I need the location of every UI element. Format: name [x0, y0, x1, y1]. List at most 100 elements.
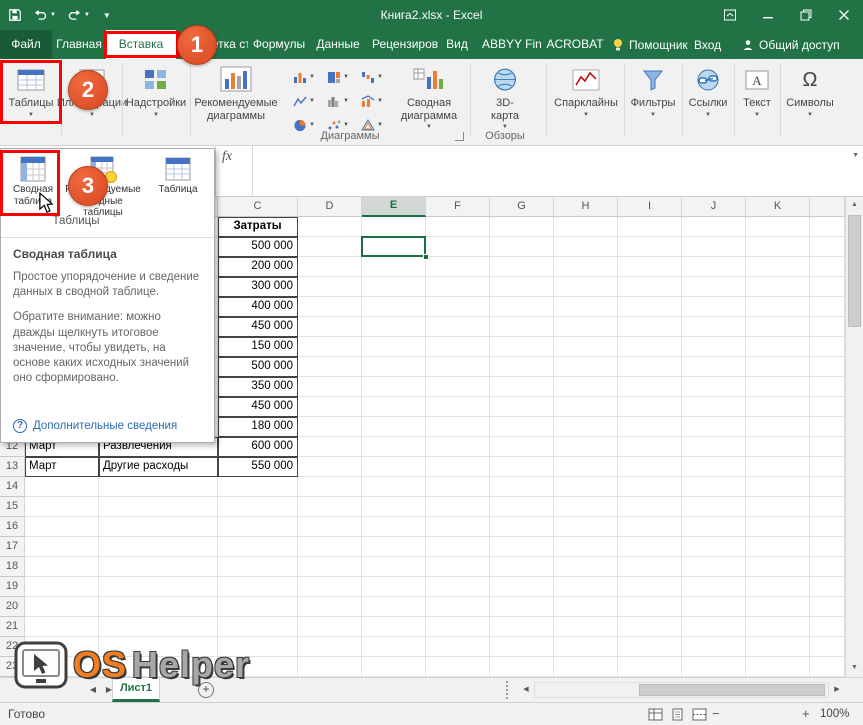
tell-me-button[interactable]: Помощник	[612, 30, 688, 59]
text-group-button[interactable]: A Текст ▼	[736, 62, 778, 142]
cell-I23[interactable]	[618, 657, 682, 677]
column-header-I[interactable]: I	[618, 197, 682, 217]
column-header-K[interactable]: K	[746, 197, 810, 217]
fill-handle[interactable]	[423, 254, 429, 260]
cell-C16[interactable]	[218, 517, 298, 537]
normal-view-button[interactable]	[646, 707, 664, 722]
cell-J10[interactable]	[682, 397, 746, 417]
tables-group-button[interactable]: Таблицы ▼	[2, 62, 60, 142]
cell-G1[interactable]	[490, 217, 554, 237]
cell-D7[interactable]	[298, 337, 362, 357]
cell-K5[interactable]	[746, 297, 810, 317]
cell-J19[interactable]	[682, 577, 746, 597]
cell-F18[interactable]	[426, 557, 490, 577]
links-group-button[interactable]: Ссылки ▼	[684, 62, 732, 142]
share-button[interactable]: Общий доступ	[742, 30, 860, 59]
cell-G5[interactable]	[490, 297, 554, 317]
cell-H12[interactable]	[554, 437, 618, 457]
signin-button[interactable]: Вход	[694, 30, 736, 59]
recommended-charts-button[interactable]: Рекомендуемые диаграммы	[192, 62, 280, 142]
cell-E19[interactable]	[362, 577, 426, 597]
cell-C10[interactable]: 450 000	[218, 397, 298, 417]
cell-D10[interactable]	[298, 397, 362, 417]
cell-E16[interactable]	[362, 517, 426, 537]
cell-A18[interactable]	[25, 557, 99, 577]
cell-I15[interactable]	[618, 497, 682, 517]
cell-G22[interactable]	[490, 637, 554, 657]
cell-D14[interactable]	[298, 477, 362, 497]
cell-K7[interactable]	[746, 337, 810, 357]
cell-A16[interactable]	[25, 517, 99, 537]
cell-H11[interactable]	[554, 417, 618, 437]
cell-J21[interactable]	[682, 617, 746, 637]
cell-G20[interactable]	[490, 597, 554, 617]
cell-C4[interactable]: 300 000	[218, 277, 298, 297]
cell-X4[interactable]	[810, 277, 845, 297]
cell-I7[interactable]	[618, 337, 682, 357]
cell-C18[interactable]	[218, 557, 298, 577]
cell-J16[interactable]	[682, 517, 746, 537]
cell-I5[interactable]	[618, 297, 682, 317]
cell-D18[interactable]	[298, 557, 362, 577]
cell-K16[interactable]	[746, 517, 810, 537]
cell-A20[interactable]	[25, 597, 99, 617]
cell-H14[interactable]	[554, 477, 618, 497]
cell-G9[interactable]	[490, 377, 554, 397]
cell-C5[interactable]: 400 000	[218, 297, 298, 317]
cell-J23[interactable]	[682, 657, 746, 677]
cell-F15[interactable]	[426, 497, 490, 517]
cell-K13[interactable]	[746, 457, 810, 477]
cell-J14[interactable]	[682, 477, 746, 497]
cell-E3[interactable]	[362, 257, 426, 277]
cell-J2[interactable]	[682, 237, 746, 257]
cell-C3[interactable]: 200 000	[218, 257, 298, 277]
cell-I16[interactable]	[618, 517, 682, 537]
restore-button[interactable]	[787, 0, 825, 30]
cell-C8[interactable]: 500 000	[218, 357, 298, 377]
cell-G3[interactable]	[490, 257, 554, 277]
cell-X6[interactable]	[810, 317, 845, 337]
zoom-out-button[interactable]: −	[712, 703, 720, 725]
scroll-right-icon[interactable]: ▶	[829, 682, 845, 698]
cell-I2[interactable]	[618, 237, 682, 257]
cell-A13[interactable]: Март	[25, 457, 99, 477]
cell-B21[interactable]	[99, 617, 218, 637]
minimize-button[interactable]	[749, 0, 787, 30]
cell-X11[interactable]	[810, 417, 845, 437]
cell-G13[interactable]	[490, 457, 554, 477]
row-header-15[interactable]: 15	[0, 497, 25, 517]
row-header-17[interactable]: 17	[0, 537, 25, 557]
filters-group-button[interactable]: Фильтры ▼	[626, 62, 680, 142]
cell-E21[interactable]	[362, 617, 426, 637]
cell-D20[interactable]	[298, 597, 362, 617]
cell-H6[interactable]	[554, 317, 618, 337]
cell-K3[interactable]	[746, 257, 810, 277]
cell-J3[interactable]	[682, 257, 746, 277]
cell-H20[interactable]	[554, 597, 618, 617]
cell-D8[interactable]	[298, 357, 362, 377]
cell-H9[interactable]	[554, 377, 618, 397]
cell-X9[interactable]	[810, 377, 845, 397]
zoom-level-label[interactable]: 100%	[820, 703, 849, 725]
cell-E20[interactable]	[362, 597, 426, 617]
cell-K23[interactable]	[746, 657, 810, 677]
cell-C1[interactable]: Затраты	[218, 217, 298, 237]
cell-B19[interactable]	[99, 577, 218, 597]
horizontal-scrollbar-thumb[interactable]	[639, 684, 825, 696]
cell-X21[interactable]	[810, 617, 845, 637]
cell-X23[interactable]	[810, 657, 845, 677]
addins-group-button[interactable]: Надстройки ▼	[124, 62, 188, 142]
cell-E18[interactable]	[362, 557, 426, 577]
cell-C14[interactable]	[218, 477, 298, 497]
cell-H7[interactable]	[554, 337, 618, 357]
cell-B20[interactable]	[99, 597, 218, 617]
cell-D23[interactable]	[298, 657, 362, 677]
cell-A15[interactable]	[25, 497, 99, 517]
ribbon-display-options-button[interactable]	[711, 0, 749, 30]
cell-E4[interactable]	[362, 277, 426, 297]
cell-D17[interactable]	[298, 537, 362, 557]
cell-I1[interactable]	[618, 217, 682, 237]
cell-J17[interactable]	[682, 537, 746, 557]
row-header-21[interactable]: 21	[0, 617, 25, 637]
cell-D11[interactable]	[298, 417, 362, 437]
